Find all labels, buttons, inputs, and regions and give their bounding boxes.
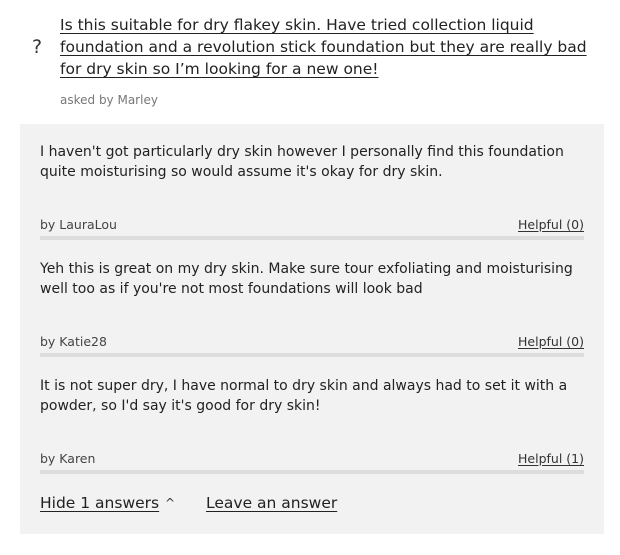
answer-text: I haven't got particularly dry skin howe… bbox=[40, 144, 564, 180]
helpful-button[interactable]: Helpful (1) bbox=[518, 451, 584, 467]
answers-panel: I haven't got particularly dry skin howe… bbox=[20, 124, 604, 534]
helpful-button[interactable]: Helpful (0) bbox=[518, 334, 584, 350]
helpful-button[interactable]: Helpful (0) bbox=[518, 217, 584, 233]
answer-item: It is not super dry, I have normal to dr… bbox=[40, 376, 584, 466]
answer-item: Yeh this is great on my dry skin. Make s… bbox=[40, 259, 584, 349]
answer-divider bbox=[40, 353, 584, 357]
question-mark-icon: ? bbox=[31, 36, 43, 58]
answer-text: Yeh this is great on my dry skin. Make s… bbox=[40, 261, 573, 297]
answers-footer: Hide 1 answers ^ Leave an answer bbox=[40, 492, 584, 516]
hide-answers-button[interactable]: Hide 1 answers bbox=[40, 492, 159, 514]
answer-text: It is not super dry, I have normal to dr… bbox=[40, 378, 568, 414]
answer-author: by Katie28 bbox=[40, 334, 107, 349]
leave-answer-button[interactable]: Leave an answer bbox=[206, 492, 337, 514]
question-asked-by: asked by Marley bbox=[60, 93, 158, 107]
answer-author: by Karen bbox=[40, 451, 96, 466]
answer-author: by LauraLou bbox=[40, 217, 117, 232]
answer-item: I haven't got particularly dry skin howe… bbox=[40, 142, 584, 232]
answer-divider bbox=[40, 470, 584, 474]
chevron-up-icon[interactable]: ^ bbox=[165, 495, 175, 511]
question-text-link[interactable]: Is this suitable for dry flakey skin. Ha… bbox=[60, 14, 604, 80]
answer-divider bbox=[40, 236, 584, 240]
